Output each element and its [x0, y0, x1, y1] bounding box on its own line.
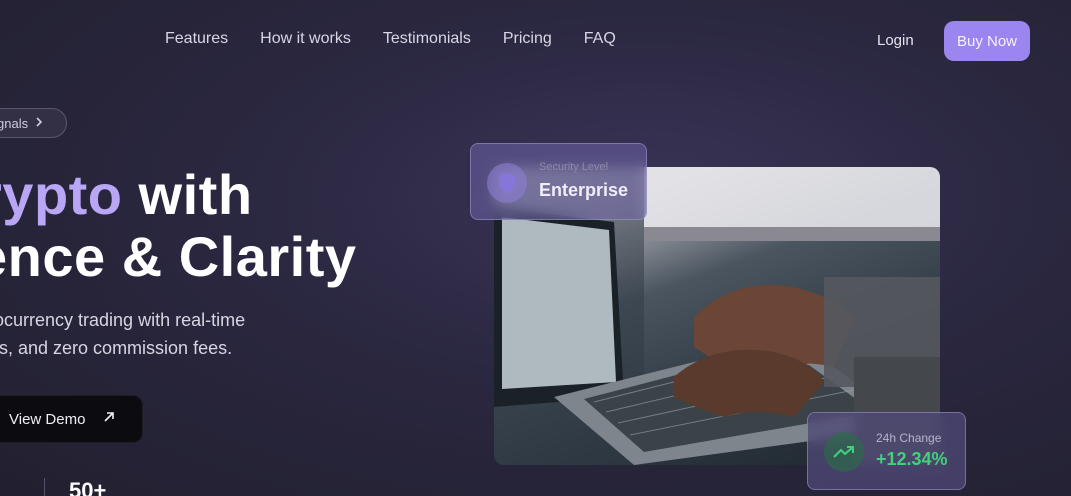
hero-subtitle-line-2: ts, and zero commission fees. [0, 338, 233, 358]
arrow-up-right-icon [103, 410, 115, 428]
stat-value: 50+ [69, 478, 107, 496]
nav-link-features[interactable]: Features [165, 30, 228, 48]
headline-line-2: ence & Clarity [0, 225, 357, 288]
nav-link-testimonials[interactable]: Testimonials [383, 30, 471, 48]
chevron-right-icon [34, 116, 44, 130]
nav-link-how-it-works[interactable]: How it works [260, 30, 351, 48]
trending-up-icon [824, 432, 864, 472]
security-level-value: Enterprise [539, 180, 629, 200]
announcement-badge[interactable]: gnals [0, 108, 67, 138]
headline-line-1: rypto with [0, 162, 253, 227]
view-demo-button[interactable]: View Demo [0, 395, 143, 443]
price-change-card: 24h Change +12.34% [807, 412, 966, 490]
headline-accent: rypto [0, 163, 123, 226]
price-change-label: 24h Change [876, 431, 942, 445]
login-link[interactable]: Login [877, 32, 914, 49]
nav-link-pricing[interactable]: Pricing [503, 30, 552, 48]
security-level-card: Security Level Enterprise [470, 143, 647, 220]
price-change-value: +12.34% [876, 449, 948, 469]
headline-line-1-rest: with [122, 163, 253, 226]
stat-divider [44, 478, 45, 496]
buy-now-button[interactable]: Buy Now [944, 21, 1030, 61]
shield-icon [487, 163, 527, 203]
badge-text: gnals [0, 115, 29, 131]
hero-subtitle-line-1: ocurrency trading with real-time [0, 310, 246, 330]
nav-links: Features How it works Testimonials Prici… [165, 30, 616, 48]
nav-link-faq[interactable]: FAQ [584, 30, 616, 48]
view-demo-label: View Demo [9, 410, 86, 428]
security-level-label: Security Level [539, 161, 609, 173]
